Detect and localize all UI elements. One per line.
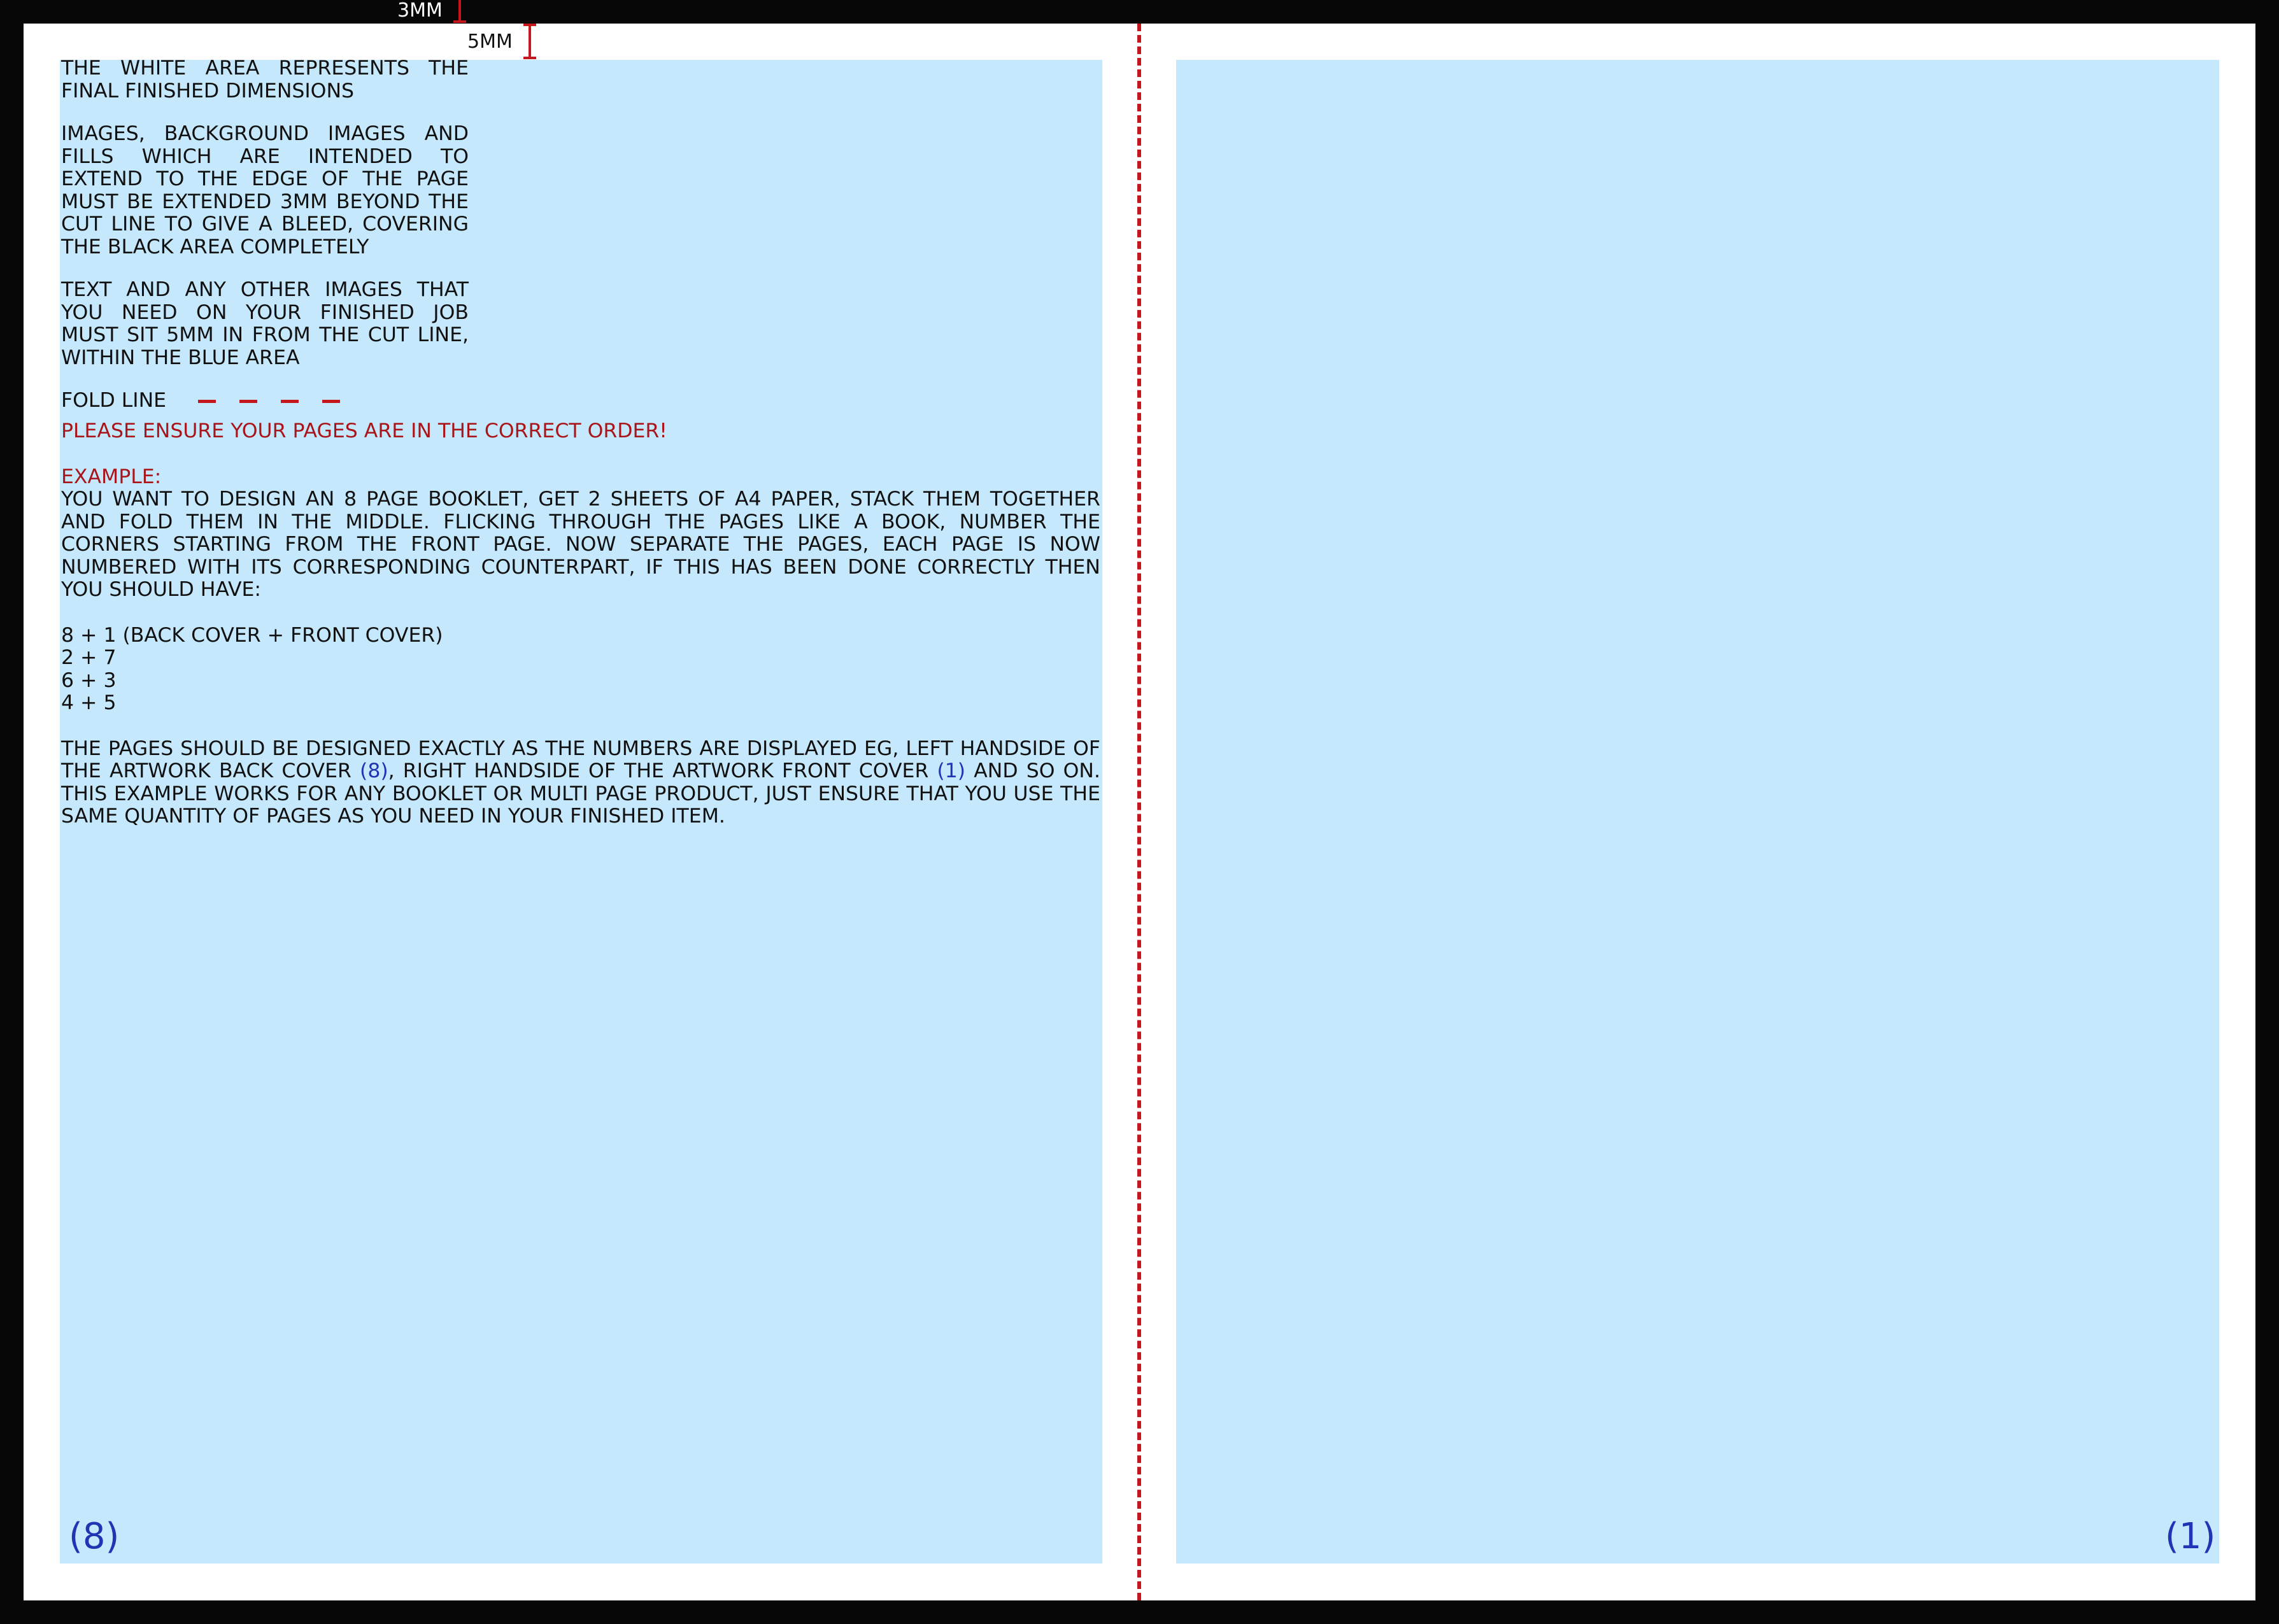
instruction-column: THE WHITE AREA REPRESENTS THE FINAL FINI… [61, 57, 469, 413]
bleed-measurement-marker [458, 0, 461, 22]
fold-line [1137, 24, 1141, 1600]
page-pair: 4 + 5 [61, 691, 117, 714]
margin-measurement-cap-top [523, 24, 536, 26]
example-heading: EXAMPLE: [61, 465, 162, 488]
instruction-bleed: IMAGES, BACKGROUND IMAGES AND FILLS WHIC… [61, 122, 469, 258]
page-pair-list: 8 + 1 (BACK COVER + FRONT COVER) 2 + 7 6… [61, 623, 1100, 715]
back-cover-number: (8) [360, 759, 388, 782]
page-pair: 8 + 1 (BACK COVER + FRONT COVER) [61, 623, 443, 647]
margin-measurement-marker [529, 24, 531, 59]
closing-text: , RIGHT HANDSIDE OF THE ARTWORK FRONT CO… [388, 759, 937, 782]
fold-line-label: FOLD LINE [61, 389, 167, 412]
example-body: YOU WANT TO DESIGN AN 8 PAGE BOOKLET, GE… [61, 488, 1100, 601]
front-cover-number: (1) [937, 759, 966, 782]
page-pair: 6 + 3 [61, 668, 117, 692]
instruction-trim: THE WHITE AREA REPRESENTS THE FINAL FINI… [61, 57, 469, 102]
legend-dash [322, 399, 341, 403]
bleed-measurement-cap [453, 20, 466, 23]
safe-area-right-page [1176, 60, 2219, 1564]
legend-dash [198, 399, 217, 403]
left-page-text: PLEASE ENSURE YOUR PAGES ARE IN THE CORR… [61, 420, 1100, 828]
legend-dash [281, 399, 299, 403]
example-closing: THE PAGES SHOULD BE DESIGNED EXACTLY AS … [61, 737, 1100, 828]
page-order-warning: PLEASE ENSURE YOUR PAGES ARE IN THE CORR… [61, 420, 667, 442]
instruction-safe-area: TEXT AND ANY OTHER IMAGES THAT YOU NEED … [61, 278, 469, 369]
margin-measurement-cap-bottom [523, 57, 536, 59]
page-pair: 2 + 7 [61, 646, 117, 669]
legend-dash [239, 399, 258, 403]
bleed-measurement-label: 3MM [397, 0, 443, 22]
page-number-left: (8) [69, 1516, 120, 1557]
fold-line-legend: FOLD LINE [61, 389, 469, 413]
page-number-right: (1) [2165, 1516, 2216, 1557]
margin-measurement-label: 5MM [467, 31, 513, 53]
